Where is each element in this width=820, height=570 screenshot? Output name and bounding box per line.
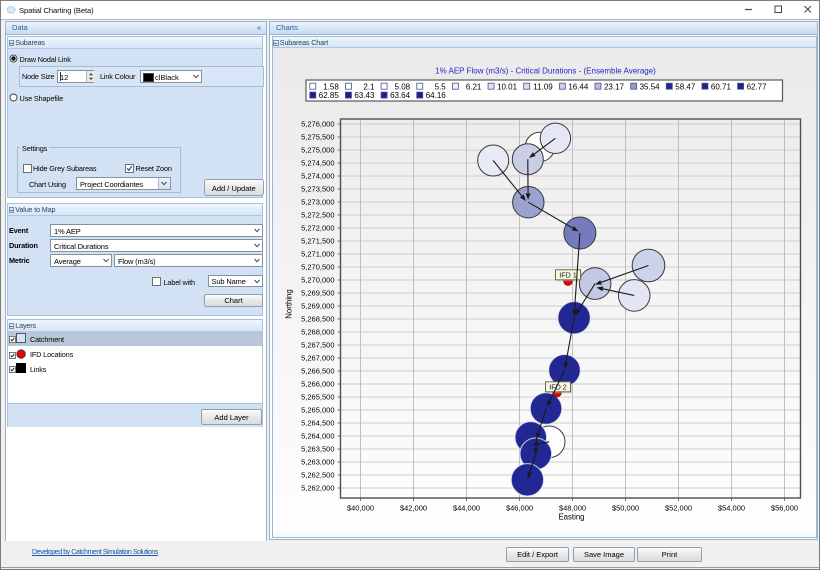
svg-text:6.21: 6.21 bbox=[465, 82, 481, 91]
svg-text:5,272,000: 5,272,000 bbox=[301, 224, 334, 233]
svg-text:5,271,500: 5,271,500 bbox=[301, 237, 334, 246]
svg-text:5.08: 5.08 bbox=[394, 82, 410, 91]
svg-text:5,272,500: 5,272,500 bbox=[301, 211, 334, 220]
svg-text:35.54: 35.54 bbox=[639, 82, 660, 91]
svg-text:$50,000: $50,000 bbox=[611, 504, 638, 513]
svg-text:$40,000: $40,000 bbox=[346, 504, 373, 513]
svg-text:5,268,500: 5,268,500 bbox=[301, 315, 334, 324]
svg-text:Northing: Northing bbox=[284, 289, 293, 318]
svg-text:58.47: 58.47 bbox=[675, 82, 696, 91]
svg-text:$44,000: $44,000 bbox=[452, 504, 479, 513]
svg-text:5,275,000: 5,275,000 bbox=[301, 146, 334, 155]
svg-text:5,267,500: 5,267,500 bbox=[301, 341, 334, 350]
svg-text:10.01: 10.01 bbox=[497, 82, 518, 91]
svg-text:5,274,000: 5,274,000 bbox=[301, 172, 334, 181]
svg-text:5,270,000: 5,270,000 bbox=[301, 276, 334, 285]
svg-text:5,270,500: 5,270,500 bbox=[301, 263, 334, 272]
svg-text:$56,000: $56,000 bbox=[770, 504, 797, 513]
svg-text:1.58: 1.58 bbox=[323, 82, 339, 91]
svg-text:16.44: 16.44 bbox=[568, 82, 589, 91]
svg-text:5,273,500: 5,273,500 bbox=[301, 185, 334, 194]
svg-text:11.09: 11.09 bbox=[533, 82, 553, 91]
svg-text:63.43: 63.43 bbox=[354, 91, 375, 100]
svg-text:5,269,500: 5,269,500 bbox=[301, 289, 334, 298]
svg-text:5,265,500: 5,265,500 bbox=[301, 393, 334, 402]
svg-text:5,266,500: 5,266,500 bbox=[301, 367, 334, 376]
svg-text:5,268,000: 5,268,000 bbox=[301, 328, 334, 337]
svg-text:62.85: 62.85 bbox=[318, 91, 339, 100]
svg-text:23.17: 23.17 bbox=[603, 82, 624, 91]
svg-text:5,276,000: 5,276,000 bbox=[301, 120, 334, 129]
svg-text:5.5: 5.5 bbox=[434, 82, 446, 91]
svg-text:5,273,000: 5,273,000 bbox=[301, 198, 334, 207]
svg-text:2.1: 2.1 bbox=[363, 82, 375, 91]
svg-text:5,266,000: 5,266,000 bbox=[301, 380, 334, 389]
svg-text:$42,000: $42,000 bbox=[399, 504, 426, 513]
svg-text:5,264,000: 5,264,000 bbox=[301, 432, 334, 441]
svg-text:5,269,000: 5,269,000 bbox=[301, 302, 334, 311]
svg-text:5,274,500: 5,274,500 bbox=[301, 159, 334, 168]
svg-text:5,265,000: 5,265,000 bbox=[301, 406, 334, 415]
svg-text:Easting: Easting bbox=[558, 513, 584, 522]
svg-text:5,271,000: 5,271,000 bbox=[301, 250, 334, 259]
svg-text:64.16: 64.16 bbox=[425, 91, 446, 100]
svg-text:$52,000: $52,000 bbox=[664, 504, 691, 513]
svg-text:5,275,500: 5,275,500 bbox=[301, 133, 334, 142]
svg-text:$48,000: $48,000 bbox=[558, 504, 585, 513]
svg-text:63.64: 63.64 bbox=[390, 91, 411, 100]
svg-text:5,262,500: 5,262,500 bbox=[301, 471, 334, 480]
svg-text:IFD 1: IFD 1 bbox=[559, 270, 577, 279]
svg-text:5,263,000: 5,263,000 bbox=[301, 458, 334, 467]
svg-text:$54,000: $54,000 bbox=[717, 504, 744, 513]
svg-text:5,267,000: 5,267,000 bbox=[301, 354, 334, 363]
svg-text:$46,000: $46,000 bbox=[505, 504, 532, 513]
svg-text:5,262,000: 5,262,000 bbox=[301, 484, 334, 493]
svg-text:5,264,500: 5,264,500 bbox=[301, 419, 334, 428]
svg-text:62.77: 62.77 bbox=[746, 82, 767, 91]
svg-text:60.71: 60.71 bbox=[710, 82, 731, 91]
svg-text:1% AEP Flow (m3/s) - Critical: 1% AEP Flow (m3/s) - Critical Durations … bbox=[435, 66, 656, 75]
svg-text:5,263,500: 5,263,500 bbox=[301, 445, 334, 454]
